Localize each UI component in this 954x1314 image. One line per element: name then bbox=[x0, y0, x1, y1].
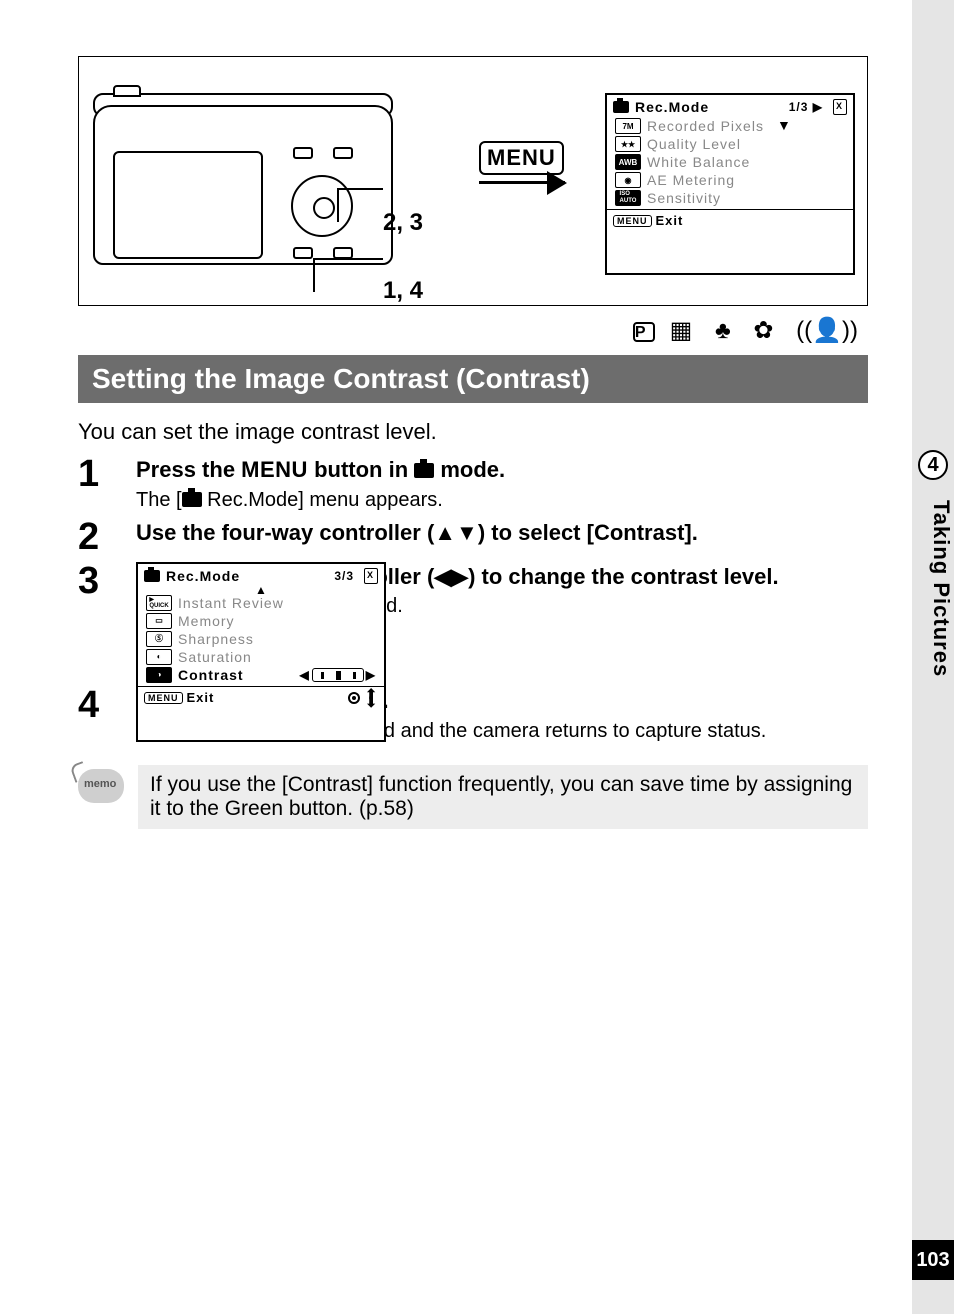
step-heading: Use the four-way controller (▲▼) to sele… bbox=[136, 518, 868, 548]
lcd-title: Rec.Mode bbox=[166, 568, 240, 584]
menu-item: AWBWhite Balance bbox=[607, 153, 853, 171]
menu-item: ⓈSharpness bbox=[138, 630, 384, 648]
mode-icon: ((👤)) bbox=[796, 317, 858, 344]
row-icon: ▶QUICK bbox=[146, 595, 172, 611]
exit-label: Exit bbox=[656, 213, 684, 228]
step-3: 3 Use the four-way controller (◀▶) to ch… bbox=[78, 562, 868, 681]
callout-line bbox=[313, 258, 315, 292]
exit-row: MENU Exit bbox=[607, 209, 853, 231]
chapter-label: Taking Pictures bbox=[912, 500, 954, 720]
row-icon: 7M bbox=[615, 118, 641, 134]
menu-item: ◉AE Metering bbox=[607, 171, 853, 189]
arrow-icon bbox=[479, 181, 565, 184]
tool-icon: X bbox=[364, 568, 378, 584]
sidebar: 4 Taking Pictures 103 bbox=[912, 0, 954, 1314]
step-1: 1 Press the MENU button in mode. The [ R… bbox=[78, 455, 868, 512]
updown-icon: ⬆⬇ bbox=[365, 690, 378, 706]
camera-icon bbox=[414, 463, 434, 478]
camera-icon bbox=[613, 101, 629, 113]
content-area: 2, 3 1, 4 MENU Rec.Mode 1/3 ▶ X ▼ 7MReco… bbox=[78, 56, 868, 829]
callout-14: 1, 4 bbox=[383, 277, 423, 305]
step-number: 2 bbox=[78, 518, 136, 556]
callout-line bbox=[337, 188, 383, 190]
down-arrow-icon: ▼ bbox=[777, 117, 791, 133]
camera-icon bbox=[144, 570, 160, 582]
exit-row: MENU Exit ⬆⬇ bbox=[138, 686, 384, 709]
step-heading: Press the MENU button in mode. bbox=[136, 455, 868, 485]
menu-item: 7MRecorded Pixels bbox=[607, 117, 853, 135]
callout-line bbox=[313, 258, 383, 260]
section-title: Setting the Image Contrast (Contrast) bbox=[78, 355, 868, 403]
mode-icon: ♣ bbox=[715, 317, 739, 344]
memo-icon: memo bbox=[78, 769, 124, 803]
menu-item: ◐Saturation bbox=[138, 648, 384, 666]
menu-box-icon: MENU bbox=[613, 215, 652, 227]
row-icon: AWB bbox=[615, 154, 641, 170]
page-number: 103 bbox=[912, 1240, 954, 1280]
menu-button-label: MENU bbox=[479, 141, 564, 175]
chapter-number: 4 bbox=[918, 450, 948, 480]
lcd-header: Rec.Mode 1/3 ▶ X bbox=[607, 95, 853, 117]
row-icon: ◉ bbox=[615, 172, 641, 188]
lcd-menu-1: Rec.Mode 1/3 ▶ X ▼ 7MRecorded Pixels ★★Q… bbox=[605, 93, 855, 275]
diagram-box: 2, 3 1, 4 MENU Rec.Mode 1/3 ▶ X ▼ 7MReco… bbox=[78, 56, 868, 306]
menu-item-selected: ◑ Contrast ◀▶ bbox=[138, 666, 384, 684]
row-icon: ISOAUTO bbox=[615, 190, 641, 206]
callout-line bbox=[337, 188, 339, 222]
lcd-pager: 1/3 ▶ bbox=[789, 100, 823, 114]
page: 4 Taking Pictures 103 2, 3 1, 4 M bbox=[0, 0, 954, 1314]
mode-icon: ✿ bbox=[753, 317, 781, 344]
menu-item: ISOAUTOSensitivity bbox=[607, 189, 853, 207]
row-icon: ◑ bbox=[146, 667, 172, 683]
callout-23: 2, 3 bbox=[383, 209, 423, 237]
step-number: 1 bbox=[78, 455, 136, 512]
exit-label: Exit bbox=[187, 690, 215, 705]
step-2: 2 Use the four-way controller (▲▼) to se… bbox=[78, 518, 868, 556]
step-subtext: The [ Rec.Mode] menu appears. bbox=[136, 489, 868, 512]
camera-illustration bbox=[93, 91, 413, 281]
record-icon bbox=[348, 692, 360, 704]
p-mode-icon: P bbox=[633, 322, 655, 342]
menu-item: ★★Quality Level bbox=[607, 135, 853, 153]
lcd-menu-2: Rec.Mode 3/3 X ▲ ▶QUICKInstant Review ▭M… bbox=[136, 562, 386, 742]
intro-text: You can set the image contrast level. bbox=[78, 419, 868, 445]
lcd-title: Rec.Mode bbox=[635, 99, 709, 115]
camera-icon bbox=[182, 492, 202, 507]
lcd-pager: 3/3 bbox=[334, 569, 354, 583]
row-icon: ★★ bbox=[615, 136, 641, 152]
memo-text: If you use the [Contrast] function frequ… bbox=[138, 765, 868, 829]
menu-item: ▶QUICKInstant Review bbox=[138, 594, 384, 612]
menu-item: ▭Memory bbox=[138, 612, 384, 630]
menu-box-icon: MENU bbox=[144, 692, 183, 704]
step-number: 4 bbox=[78, 686, 136, 743]
row-icon: ◐ bbox=[146, 649, 172, 665]
memo-box: memo If you use the [Contrast] function … bbox=[78, 765, 868, 829]
slider-indicator: ◀▶ bbox=[300, 668, 376, 682]
mode-icon: ▦ bbox=[670, 317, 701, 344]
row-icon: Ⓢ bbox=[146, 631, 172, 647]
tool-icon: X bbox=[833, 99, 847, 115]
up-arrow-icon: ▲ bbox=[138, 586, 384, 594]
row-icon: ▭ bbox=[146, 613, 172, 629]
step-number: 3 bbox=[78, 562, 136, 681]
mode-icons-row: P ▦ ♣ ✿ ((👤)) bbox=[78, 312, 868, 349]
